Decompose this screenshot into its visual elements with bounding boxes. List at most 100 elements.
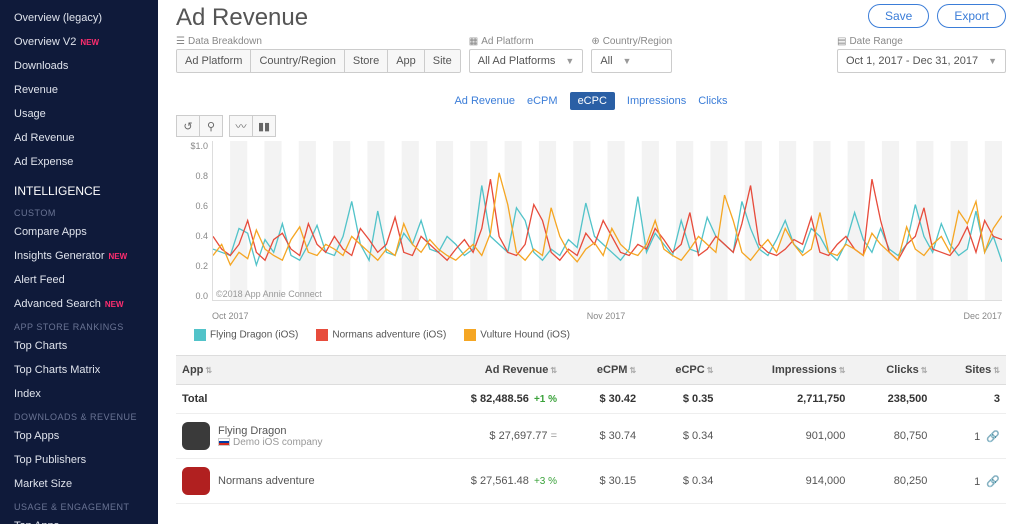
y-tick: 0.8	[176, 171, 208, 181]
sidebar-item[interactable]: Top Publishers	[0, 448, 158, 472]
filter-label-breakdown: Data Breakdown	[188, 36, 262, 47]
main-content: Ad Revenue Save Export ☰Data Breakdown A…	[158, 0, 1024, 524]
new-badge: NEW	[109, 252, 128, 261]
sort-icon: ⇅	[205, 366, 212, 375]
platform-dropdown[interactable]: All Ad Platforms▼	[469, 49, 584, 73]
app-publisher: Demo iOS company	[218, 437, 322, 448]
sort-icon: ⇅	[993, 366, 1000, 375]
sidebar-item[interactable]: Usage	[0, 102, 158, 126]
link-icon[interactable]: 🔗	[986, 476, 1000, 488]
flag-icon	[218, 438, 230, 446]
chart-legend: Flying Dragon (iOS) Normans adventure (iO…	[194, 329, 1006, 341]
sidebar-item[interactable]: Advanced SearchNEW	[0, 292, 158, 316]
nav-subheader: DOWNLOADS & REVENUE	[0, 406, 158, 424]
line-chart-button[interactable]: 〰	[229, 115, 253, 137]
nav-section: INTELLIGENCE	[0, 174, 158, 202]
sidebar: Overview (legacy)Overview V2NEWDownloads…	[0, 0, 158, 524]
breakdown-icon: ☰	[176, 36, 185, 47]
app-name: Flying Dragon	[218, 425, 322, 437]
breakdown-segment[interactable]: Country/Region	[251, 50, 344, 72]
chevron-down-icon: ▼	[623, 56, 632, 66]
chevron-down-icon: ▼	[988, 56, 997, 66]
chart-toolbar: ↺ ⚲ 〰 ▮▮	[176, 115, 1006, 137]
metric-tabs: Ad Revenue eCPM eCPC Impressions Clicks	[176, 93, 1006, 107]
sidebar-item[interactable]: Top Apps	[0, 424, 158, 448]
column-header[interactable]: Impressions⇅	[719, 356, 851, 385]
x-tick: Nov 2017	[587, 311, 626, 321]
new-badge: NEW	[80, 38, 99, 47]
sort-icon: ⇅	[839, 366, 846, 375]
column-header[interactable]: App⇅	[176, 356, 411, 385]
sidebar-item[interactable]: Insights GeneratorNEW	[0, 244, 158, 268]
breakdown-segment[interactable]: Ad Platform	[177, 50, 251, 72]
export-button[interactable]: Export	[937, 4, 1006, 28]
table-row[interactable]: Flying DragonDemo iOS company$ 27,697.77…	[176, 414, 1006, 459]
legend-swatch	[316, 329, 328, 341]
metric-tab[interactable]: eCPM	[527, 95, 558, 107]
save-button[interactable]: Save	[868, 4, 929, 28]
metric-tab[interactable]: Impressions	[627, 95, 686, 107]
sort-icon: ⇅	[550, 366, 557, 375]
metric-tab[interactable]: Ad Revenue	[454, 95, 515, 107]
bar-chart-button[interactable]: ▮▮	[252, 115, 276, 137]
sidebar-item[interactable]: Alert Feed	[0, 268, 158, 292]
sidebar-item[interactable]: Revenue	[0, 78, 158, 102]
legend-item[interactable]: Normans adventure (iOS)	[316, 329, 446, 341]
legend-item[interactable]: Flying Dragon (iOS)	[194, 329, 298, 341]
calendar-icon: ▤	[837, 36, 846, 47]
sort-icon: ⇅	[629, 366, 636, 375]
app-name: Normans adventure	[218, 475, 315, 487]
filter-label-date: Date Range	[849, 36, 902, 47]
sort-icon: ⇅	[707, 366, 714, 375]
column-header[interactable]: eCPC⇅	[642, 356, 719, 385]
column-header[interactable]: Ad Revenue⇅	[411, 356, 563, 385]
chart-attribution: ©2018 App Annie Connect	[216, 289, 322, 299]
x-tick: Oct 2017	[212, 311, 249, 321]
page-title: Ad Revenue	[176, 4, 308, 32]
breakdown-segment[interactable]: App	[388, 50, 425, 72]
date-range-dropdown[interactable]: Oct 1, 2017 - Dec 31, 2017▼	[837, 49, 1006, 73]
breakdown-segment[interactable]: Store	[345, 50, 388, 72]
sidebar-item[interactable]: Top Charts	[0, 334, 158, 358]
reset-zoom-button[interactable]: ↺	[176, 115, 200, 137]
app-icon	[182, 467, 210, 495]
x-tick: Dec 2017	[963, 311, 1002, 321]
nav-subheader: CUSTOM	[0, 202, 158, 220]
metric-tab[interactable]: eCPC	[570, 92, 615, 110]
column-header[interactable]: Sites⇅	[933, 356, 1006, 385]
platform-icon: ▦	[469, 36, 478, 47]
legend-swatch	[194, 329, 206, 341]
filter-bar: ☰Data Breakdown Ad PlatformCountry/Regio…	[176, 36, 1006, 73]
column-header[interactable]: eCPM⇅	[563, 356, 642, 385]
breakdown-segment[interactable]: Site	[425, 50, 460, 72]
nav-subheader: USAGE & ENGAGEMENT	[0, 496, 158, 514]
region-dropdown[interactable]: All▼	[591, 49, 672, 73]
filter-label-platform: Ad Platform	[481, 36, 533, 47]
zoom-button[interactable]: ⚲	[199, 115, 223, 137]
data-table: App⇅Ad Revenue⇅eCPM⇅eCPC⇅Impressions⇅Cli…	[176, 355, 1006, 504]
sidebar-item[interactable]: Downloads	[0, 54, 158, 78]
sidebar-item[interactable]: Top Charts Matrix	[0, 358, 158, 382]
sidebar-item[interactable]: Compare Apps	[0, 220, 158, 244]
sidebar-item[interactable]: Ad Expense	[0, 150, 158, 174]
legend-item[interactable]: Vulture Hound (iOS)	[464, 329, 570, 341]
sidebar-item[interactable]: Top Apps	[0, 514, 158, 524]
sidebar-item[interactable]: Market Size	[0, 472, 158, 496]
sort-icon: ⇅	[921, 366, 928, 375]
sidebar-item[interactable]: Index	[0, 382, 158, 406]
metric-tab[interactable]: Clicks	[698, 95, 727, 107]
filter-label-region: Country/Region	[603, 36, 672, 47]
y-tick: 0.6	[176, 201, 208, 211]
y-tick: 0.2	[176, 261, 208, 271]
chart: $1.00.80.60.40.20.0 ©2018 App Annie Conn…	[176, 141, 1006, 321]
new-badge: NEW	[105, 300, 124, 309]
chevron-down-icon: ▼	[565, 56, 574, 66]
sidebar-item[interactable]: Ad Revenue	[0, 126, 158, 150]
link-icon[interactable]: 🔗	[986, 431, 1000, 443]
sidebar-item[interactable]: Overview V2NEW	[0, 30, 158, 54]
app-icon	[182, 422, 210, 450]
sidebar-item[interactable]: Overview (legacy)	[0, 6, 158, 30]
nav-subheader: APP STORE RANKINGS	[0, 316, 158, 334]
table-row[interactable]: Normans adventure$ 27,561.48 +3 %$ 30.15…	[176, 459, 1006, 504]
column-header[interactable]: Clicks⇅	[851, 356, 933, 385]
